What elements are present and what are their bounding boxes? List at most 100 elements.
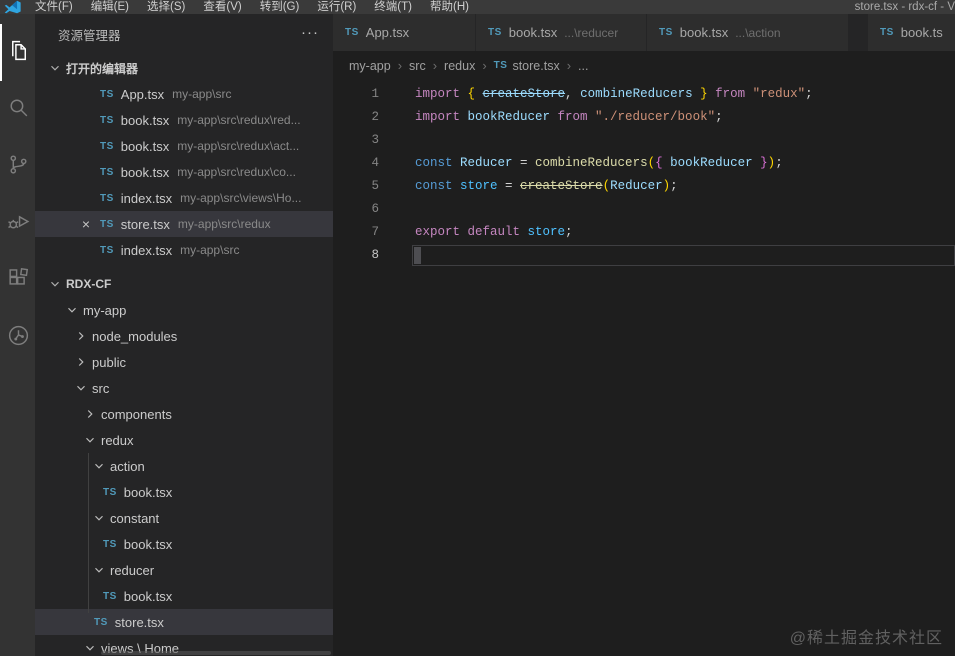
tree-item-nodemodules[interactable]: node_modules	[35, 323, 333, 349]
chevron-right-icon	[74, 355, 92, 369]
indent-guide	[88, 453, 89, 613]
close-icon[interactable]: ×	[78, 217, 94, 231]
breadcrumb-more[interactable]: ...	[578, 59, 588, 73]
code-editor[interactable]: 1 import { createStore, combineReducers }…	[333, 80, 955, 267]
menu-bar: 文件(F) 编辑(E) 选择(S) 查看(V) 转到(G) 运行(R) 终端(T) 帮助(H)	[26, 0, 478, 14]
ts-file-icon: TS	[880, 27, 894, 38]
tree-item-redux[interactable]: redux	[35, 427, 333, 453]
menu-item[interactable]: 帮助(H)	[421, 0, 478, 14]
code-line[interactable]: 5 const store = createStore(Reducer);	[333, 175, 955, 198]
chevron-down-icon	[48, 276, 66, 292]
open-editor-item[interactable]: TS index.tsx my-app\src\views\Ho...	[35, 185, 333, 211]
open-editors-section-header[interactable]: 打开的编辑器	[35, 55, 333, 81]
file-path: my-app\src\redux	[177, 217, 271, 231]
chevron-down-icon	[92, 511, 110, 525]
text-cursor	[414, 247, 421, 264]
open-editor-item[interactable]: × TS store.tsx my-app\src\redux	[35, 211, 333, 237]
window-title: store.tsx - rdx-cf - V	[854, 1, 955, 13]
file-name: book.tsx	[120, 164, 170, 180]
breadcrumb-file[interactable]: store.tsx	[512, 59, 559, 73]
code-line[interactable]: 2 import bookReducer from "./reducer/book…	[333, 106, 955, 129]
root-folder-section-header[interactable]: RDX-CF	[35, 271, 333, 297]
open-editor-item[interactable]: TS App.tsx my-app\src	[35, 81, 333, 107]
open-editor-item[interactable]: TS book.tsx my-app\src\redux\co...	[35, 159, 333, 185]
file-name: book.tsx	[120, 112, 170, 128]
file-name: book.tsx	[120, 138, 170, 154]
tree-item-components[interactable]: components	[35, 401, 333, 427]
tab-label: book.ts	[900, 25, 943, 40]
file-path: my-app\src\redux\act...	[177, 139, 300, 153]
open-editors-label: 打开的编辑器	[66, 61, 139, 76]
editor-tab[interactable]: TS book.tsx ...\reducer	[476, 14, 646, 51]
breadcrumb-item[interactable]: redux	[444, 59, 475, 73]
tree-item-public[interactable]: public	[35, 349, 333, 375]
file-name: store.tsx	[120, 216, 170, 232]
line-number: 5	[371, 179, 379, 193]
tree-item-book.tsx[interactable]: TS book.tsx	[35, 479, 333, 505]
ts-file-icon: TS	[100, 244, 114, 256]
remote-icon	[6, 323, 31, 353]
menu-item[interactable]: 选择(S)	[138, 0, 194, 14]
code-line[interactable]: 1 import { createStore, combineReducers }…	[333, 83, 955, 106]
current-line-highlight	[412, 245, 955, 266]
tree-item-reducer[interactable]: reducer	[35, 557, 333, 583]
menu-item[interactable]: 转到(G)	[251, 0, 309, 14]
open-editor-item[interactable]: TS index.tsx my-app\src	[35, 237, 333, 263]
chevron-down-icon	[92, 563, 110, 577]
menu-item[interactable]: 终端(T)	[365, 0, 421, 14]
tree-item-store.tsx[interactable]: TS store.tsx	[35, 609, 333, 635]
ts-file-icon: TS	[100, 88, 114, 100]
activity-files-button[interactable]	[0, 24, 35, 81]
tree-item-book.tsx[interactable]: TS book.tsx	[35, 531, 333, 557]
menu-item[interactable]: 文件(F)	[26, 0, 82, 14]
breadcrumb-item[interactable]: src	[409, 59, 426, 73]
tree-item-book.tsx[interactable]: TS book.tsx	[35, 583, 333, 609]
ts-file-icon: TS	[100, 166, 114, 178]
activity-extensions-button[interactable]	[0, 252, 35, 309]
code-line[interactable]: 7 export default store;	[333, 221, 955, 244]
menu-item[interactable]: 编辑(E)	[82, 0, 138, 14]
workbench: 资源管理器 ··· 打开的编辑器 TS App.tsx my-app\src TS bo…	[0, 14, 955, 656]
tree-item-label: src	[92, 380, 110, 396]
sidebar-horizontal-scrollbar[interactable]	[101, 651, 331, 655]
search-icon	[6, 95, 31, 125]
tree-item-label: components	[101, 406, 172, 422]
menu-item[interactable]: 运行(R)	[308, 0, 365, 14]
open-editors-list: TS App.tsx my-app\src TS book.tsx my-app\src\…	[35, 81, 333, 263]
breadcrumb-item[interactable]: my-app	[349, 59, 391, 73]
chevron-down-icon	[74, 381, 92, 395]
ts-file-icon: TS	[100, 218, 114, 230]
open-editor-item[interactable]: TS book.tsx my-app\src\redux\act...	[35, 133, 333, 159]
breadcrumb-separator-icon: ›	[566, 58, 572, 73]
open-editor-item[interactable]: TS book.tsx my-app\src\redux\red...	[35, 107, 333, 133]
tab-path: ...\action	[735, 25, 781, 40]
more-actions-icon[interactable]: ···	[301, 24, 319, 41]
editor-tab-bar: TS App.tsx TS book.tsx ...\reducer TS book.tsx…	[333, 14, 955, 51]
line-number: 8	[371, 248, 379, 262]
activity-run-debug-button[interactable]	[0, 195, 35, 252]
tree-item-my-app[interactable]: my-app	[35, 297, 333, 323]
code-line[interactable]: 8	[333, 244, 955, 267]
source-control-icon	[6, 152, 31, 182]
code-line[interactable]: 4 const Reducer = combineReducers({ bookR…	[333, 152, 955, 175]
code-line[interactable]: 6	[333, 198, 955, 221]
file-name: index.tsx	[120, 242, 173, 258]
code-line[interactable]: 3	[333, 129, 955, 152]
line-number: 2	[371, 110, 379, 124]
editor-tab[interactable]: TS book.tsx ...\action	[647, 14, 848, 51]
tree-item-src[interactable]: src	[35, 375, 333, 401]
activity-remote-button[interactable]	[0, 309, 35, 366]
menu-item[interactable]: 查看(V)	[194, 0, 250, 14]
line-content: const Reducer = combineReducers({ bookRe…	[415, 156, 783, 170]
tree-item-constant[interactable]: constant	[35, 505, 333, 531]
line-content: import { createStore, combineReducers } …	[415, 87, 813, 101]
editor-tab[interactable]: TS App.tsx	[333, 14, 475, 51]
chevron-right-icon	[74, 329, 92, 343]
tree-item-action[interactable]: action	[35, 453, 333, 479]
activity-search-button[interactable]	[0, 81, 35, 138]
line-content	[379, 129, 415, 152]
ts-file-icon: TS	[94, 616, 108, 628]
activity-source-control-button[interactable]	[0, 138, 35, 195]
tab-label: book.tsx	[679, 25, 729, 40]
editor-tab[interactable]: TS book.ts	[868, 14, 955, 51]
